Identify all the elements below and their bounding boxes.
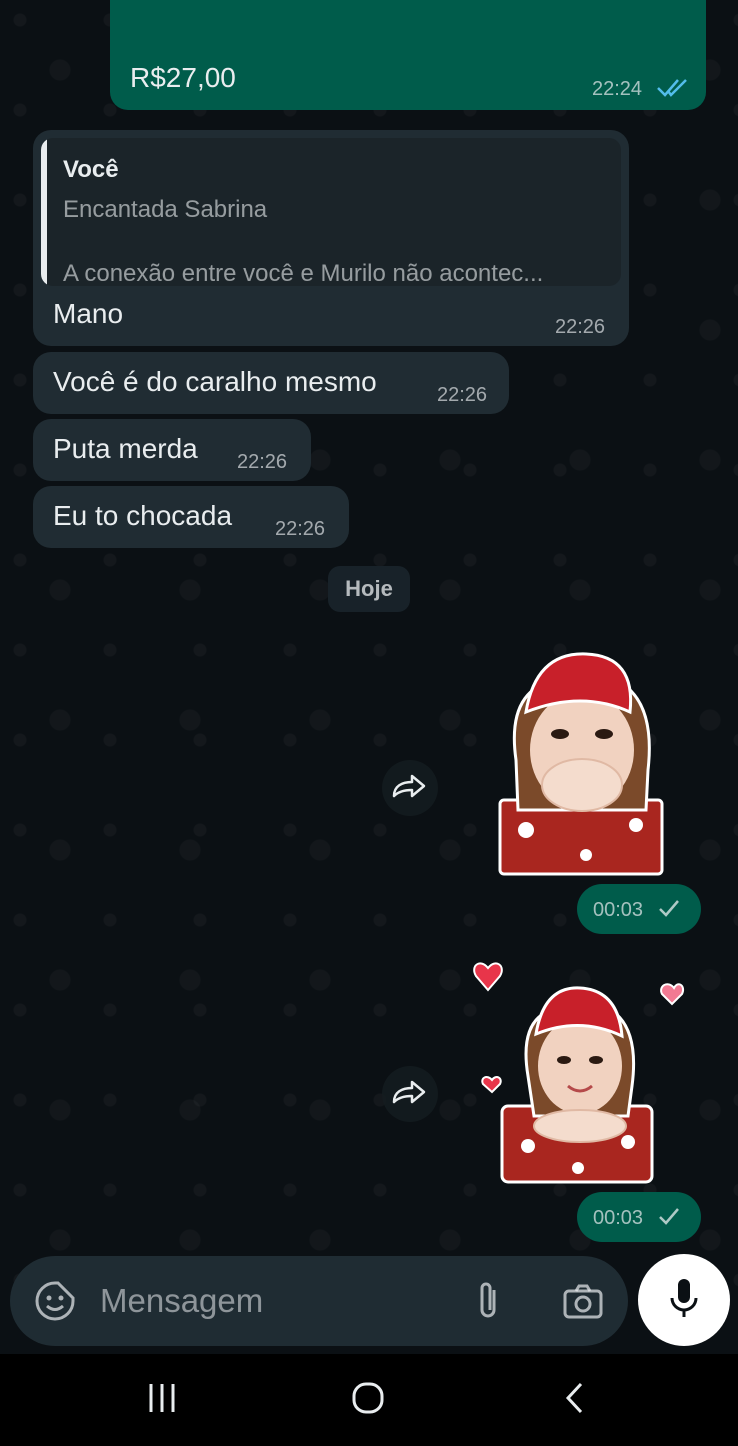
incoming-message[interactable]: Eu to chocada 22:26: [33, 486, 349, 548]
outgoing-message-amount[interactable]: R$27,00 22:24: [110, 0, 706, 110]
single-check-icon: [657, 1205, 681, 1232]
message-time: 22:26: [437, 384, 488, 406]
message-text: Mano: [53, 298, 124, 329]
mic-icon: [667, 1276, 701, 1325]
outgoing-sticker-time: 00:03: [577, 884, 701, 934]
incoming-message[interactable]: Você é do caralho mesmo 22:26: [33, 352, 509, 414]
quote-text-line: A conexão entre você e Murilo não aconte…: [63, 260, 544, 286]
back-button[interactable]: [545, 1374, 605, 1426]
single-check-icon: [657, 897, 681, 924]
message-time: 22:24: [592, 78, 643, 100]
message-text: Eu to chocada: [53, 500, 233, 531]
forward-icon: [390, 772, 430, 805]
home-icon: [351, 1381, 385, 1420]
quoted-message[interactable]: Você Encantada Sabrina A conexão entre v…: [41, 138, 621, 286]
quote-text-line: Encantada Sabrina: [63, 196, 268, 223]
message-composer[interactable]: Mensagem: [10, 1256, 628, 1346]
message-text: Puta merda: [53, 433, 198, 464]
incoming-reply-message[interactable]: Você Encantada Sabrina A conexão entre v…: [33, 130, 629, 346]
forward-icon: [390, 1078, 430, 1111]
recent-apps-icon: [145, 1382, 179, 1419]
message-time: 00:03: [593, 899, 644, 921]
message-text: R$27,00: [130, 62, 236, 93]
forward-button[interactable]: [382, 1066, 438, 1122]
camera-icon[interactable]: [562, 1282, 604, 1325]
date-divider: Hoje: [328, 566, 410, 612]
incoming-message[interactable]: Puta merda 22:26: [33, 419, 311, 481]
message-time: 22:26: [237, 451, 288, 473]
message-time: 00:03: [593, 1207, 644, 1229]
sticker-icon[interactable]: [34, 1280, 76, 1327]
recent-apps-button[interactable]: [132, 1374, 192, 1426]
message-text: Você é do caralho mesmo: [53, 366, 377, 397]
home-button[interactable]: [338, 1374, 398, 1426]
sticker-image[interactable]: [468, 956, 698, 1186]
forward-button[interactable]: [382, 760, 438, 816]
outgoing-sticker-time: 00:03: [577, 1192, 701, 1242]
message-time: 22:26: [555, 316, 606, 338]
double-check-read-icon: [656, 76, 690, 103]
sticker-image[interactable]: [496, 650, 666, 878]
attach-icon[interactable]: [472, 1280, 508, 1327]
system-nav-bar: [0, 1354, 738, 1446]
message-input[interactable]: Mensagem: [100, 1282, 263, 1320]
quote-author: Você: [63, 156, 119, 183]
message-time: 22:26: [275, 518, 326, 540]
mic-button[interactable]: [638, 1254, 730, 1346]
quote-accent-bar: [41, 138, 47, 286]
back-icon: [563, 1381, 587, 1420]
